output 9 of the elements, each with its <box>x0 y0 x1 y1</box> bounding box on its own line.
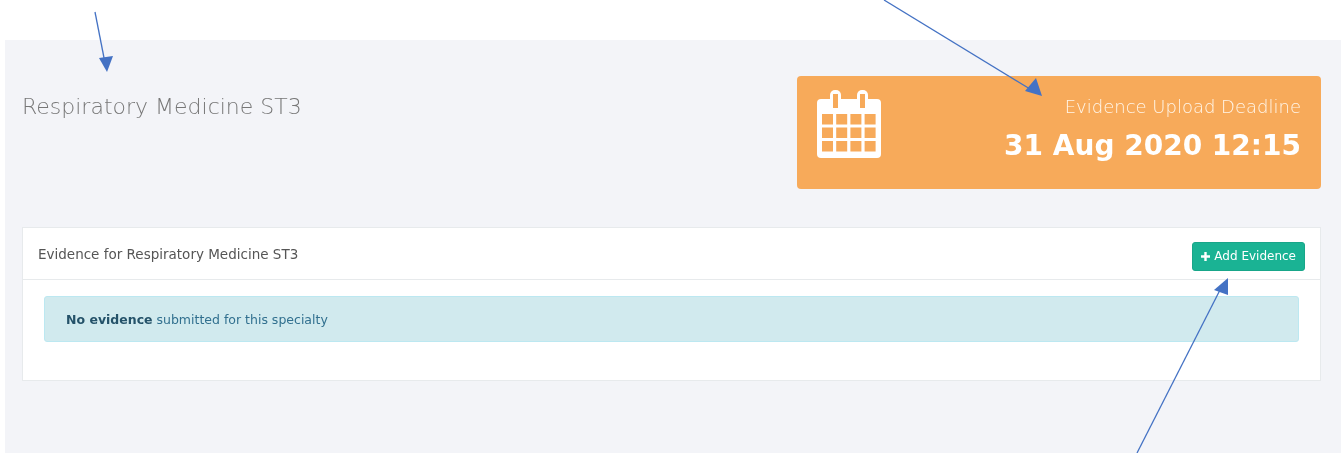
deadline-label: Evidence Upload Deadline <box>1064 96 1301 117</box>
alert-message: No evidence submitted for this specialty <box>66 311 328 327</box>
plus-icon <box>1201 251 1211 261</box>
page-title: Respiratory Medicine ST3 <box>22 94 302 119</box>
annotation-arrow <box>94 11 113 72</box>
add-evidence-button[interactable]: Add Evidence <box>1192 241 1305 271</box>
deadline-date: 31 Aug 2020 12:15 <box>1004 129 1301 162</box>
panel-title: Evidence for Respiratory Medicine ST3 <box>38 245 299 262</box>
calendar-icon <box>817 90 881 158</box>
